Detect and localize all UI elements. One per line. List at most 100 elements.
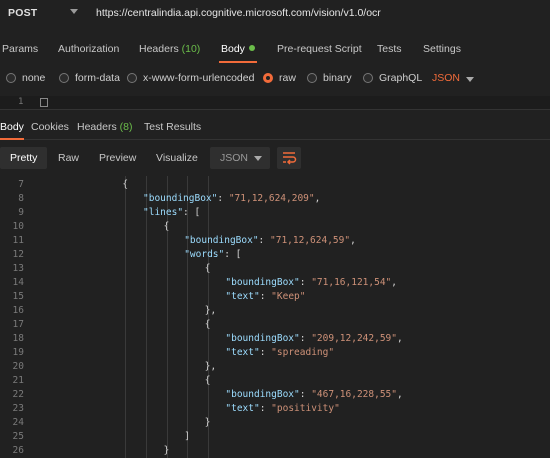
radio-label: binary xyxy=(323,72,352,84)
chevron-down-icon[interactable] xyxy=(70,9,78,14)
line-number: 1 xyxy=(18,97,24,107)
json-string: "Keep" xyxy=(271,291,306,302)
line-number: 8 xyxy=(18,193,24,204)
tab-label: Settings xyxy=(423,43,461,55)
code-line: 18 "boundingBox": "209,12,242,59", xyxy=(0,332,550,346)
json-punctuation: { xyxy=(204,319,211,330)
json-punctuation: { xyxy=(204,263,211,274)
radio-raw[interactable]: raw xyxy=(263,72,296,84)
tab-tests[interactable]: Tests xyxy=(377,43,402,55)
wrap-lines-button[interactable] xyxy=(277,147,301,169)
response-format-label: JSON xyxy=(220,152,249,164)
view-preview-button[interactable]: Preview xyxy=(89,147,146,169)
json-punctuation: : [ xyxy=(224,249,242,260)
radio-circle xyxy=(6,73,16,83)
json-punctuation: { xyxy=(163,221,170,232)
line-number: 9 xyxy=(18,207,24,218)
tab-label: Tests xyxy=(377,43,402,55)
code-text: "boundingBox": "467,16,228,55", xyxy=(225,388,402,402)
tab-label: Headers xyxy=(77,121,117,133)
json-string: "467,16,228,55" xyxy=(311,389,397,400)
json-key: "words" xyxy=(184,249,225,260)
code-text: "words": [ xyxy=(184,248,241,262)
tab-pre-request-script[interactable]: Pre-request Script xyxy=(277,43,362,55)
response-toolbar: Pretty Raw Preview Visualize JSON xyxy=(0,146,550,172)
tab-settings[interactable]: Settings xyxy=(423,43,461,55)
url-input[interactable]: https://centralindia.api.cognitive.micro… xyxy=(96,7,381,19)
code-text: "lines": [ xyxy=(143,206,200,220)
response-tab-body[interactable]: Body xyxy=(0,121,24,140)
response-body-viewer[interactable]: 7{8 "boundingBox": "71,12,624,209", 9 "line… xyxy=(0,176,550,458)
tab-headers[interactable]: Headers (10) xyxy=(139,43,200,55)
response-format-select[interactable]: JSON xyxy=(210,147,270,169)
tab-label: Params xyxy=(2,43,39,55)
code-line: 21 { xyxy=(0,374,550,388)
response-tab-cookies[interactable]: Cookies xyxy=(31,121,69,133)
json-punctuation: { xyxy=(122,179,129,190)
json-string: "209,12,242,59" xyxy=(311,333,397,344)
tab-label: Cookies xyxy=(31,121,69,133)
radio-label: x-www-form-urlencoded xyxy=(143,72,255,84)
json-string: "positivity" xyxy=(271,403,340,414)
radio-binary[interactable]: binary xyxy=(307,72,352,84)
chevron-down-icon xyxy=(254,156,262,161)
request-tabs: Params Authorization Headers (10) Body P… xyxy=(0,38,550,64)
code-line: 8 "boundingBox": "71,12,624,209", xyxy=(0,192,550,206)
code-line: 10 { xyxy=(0,220,550,234)
tab-label: Authorization xyxy=(58,43,120,55)
response-tab-test-results[interactable]: Test Results xyxy=(144,121,201,133)
code-line: 7{ xyxy=(0,178,550,192)
json-punctuation: } xyxy=(204,417,211,428)
view-pretty-button[interactable]: Pretty xyxy=(0,147,48,169)
radio-none[interactable]: none xyxy=(6,72,45,84)
code-text: { xyxy=(205,318,211,332)
tab-body[interactable]: Body xyxy=(219,43,257,63)
json-string: "71,16,121,54" xyxy=(311,277,392,288)
view-visualize-button[interactable]: Visualize xyxy=(146,147,208,169)
tab-label: Test Results xyxy=(144,121,202,133)
json-punctuation: : xyxy=(299,389,312,400)
code-text: { xyxy=(122,178,128,192)
radio-label: GraphQL xyxy=(379,72,423,84)
chevron-down-icon[interactable] xyxy=(466,77,474,82)
json-punctuation: : xyxy=(259,347,272,358)
json-punctuation: , xyxy=(397,333,403,344)
code-line: 19 "text": "spreading" xyxy=(0,346,550,360)
view-raw-button[interactable]: Raw xyxy=(48,147,89,169)
radio-graphql[interactable]: GraphQL xyxy=(363,72,422,84)
line-number: 21 xyxy=(12,375,24,386)
tab-label: Body xyxy=(0,121,24,133)
code-line: 17 { xyxy=(0,318,550,332)
line-number: 23 xyxy=(12,403,24,414)
green-dot-icon xyxy=(248,45,255,52)
request-body-editor[interactable]: 1 xyxy=(0,96,550,110)
radio-label: none xyxy=(22,72,46,84)
line-number: 12 xyxy=(12,249,24,260)
json-key: "boundingBox" xyxy=(225,389,300,400)
method-select[interactable]: POST xyxy=(8,7,37,19)
line-number: 13 xyxy=(12,263,24,274)
code-line: 11 "boundingBox": "71,12,624,59", xyxy=(0,234,550,248)
json-punctuation: }, xyxy=(204,305,217,316)
code-text: ] xyxy=(184,430,190,444)
json-string: "71,12,624,59" xyxy=(270,235,351,246)
radio-x-www-form-urlencoded[interactable]: x-www-form-urlencoded xyxy=(127,72,254,84)
response-tab-headers[interactable]: Headers (8) xyxy=(77,121,132,133)
line-number: 7 xyxy=(18,179,24,190)
code-line: 24} xyxy=(0,416,550,430)
body-format-select[interactable]: JSON xyxy=(432,72,460,84)
url-bar: POST https://centralindia.api.cognitive.… xyxy=(0,0,550,30)
radio-form-data[interactable]: form-data xyxy=(59,72,120,84)
code-text: }, xyxy=(205,304,216,318)
tab-authorization[interactable]: Authorization xyxy=(58,43,119,55)
json-punctuation: : xyxy=(259,403,272,414)
code-line: 26} xyxy=(0,444,550,458)
radio-circle xyxy=(127,73,137,83)
radio-circle xyxy=(59,73,69,83)
json-punctuation: , xyxy=(391,277,398,288)
json-punctuation: : xyxy=(299,277,312,288)
tab-params[interactable]: Params xyxy=(2,43,38,55)
code-line: 13 { xyxy=(0,262,550,276)
code-text: } xyxy=(164,444,170,458)
code-text: "boundingBox": "71,12,624,209", xyxy=(143,192,320,206)
